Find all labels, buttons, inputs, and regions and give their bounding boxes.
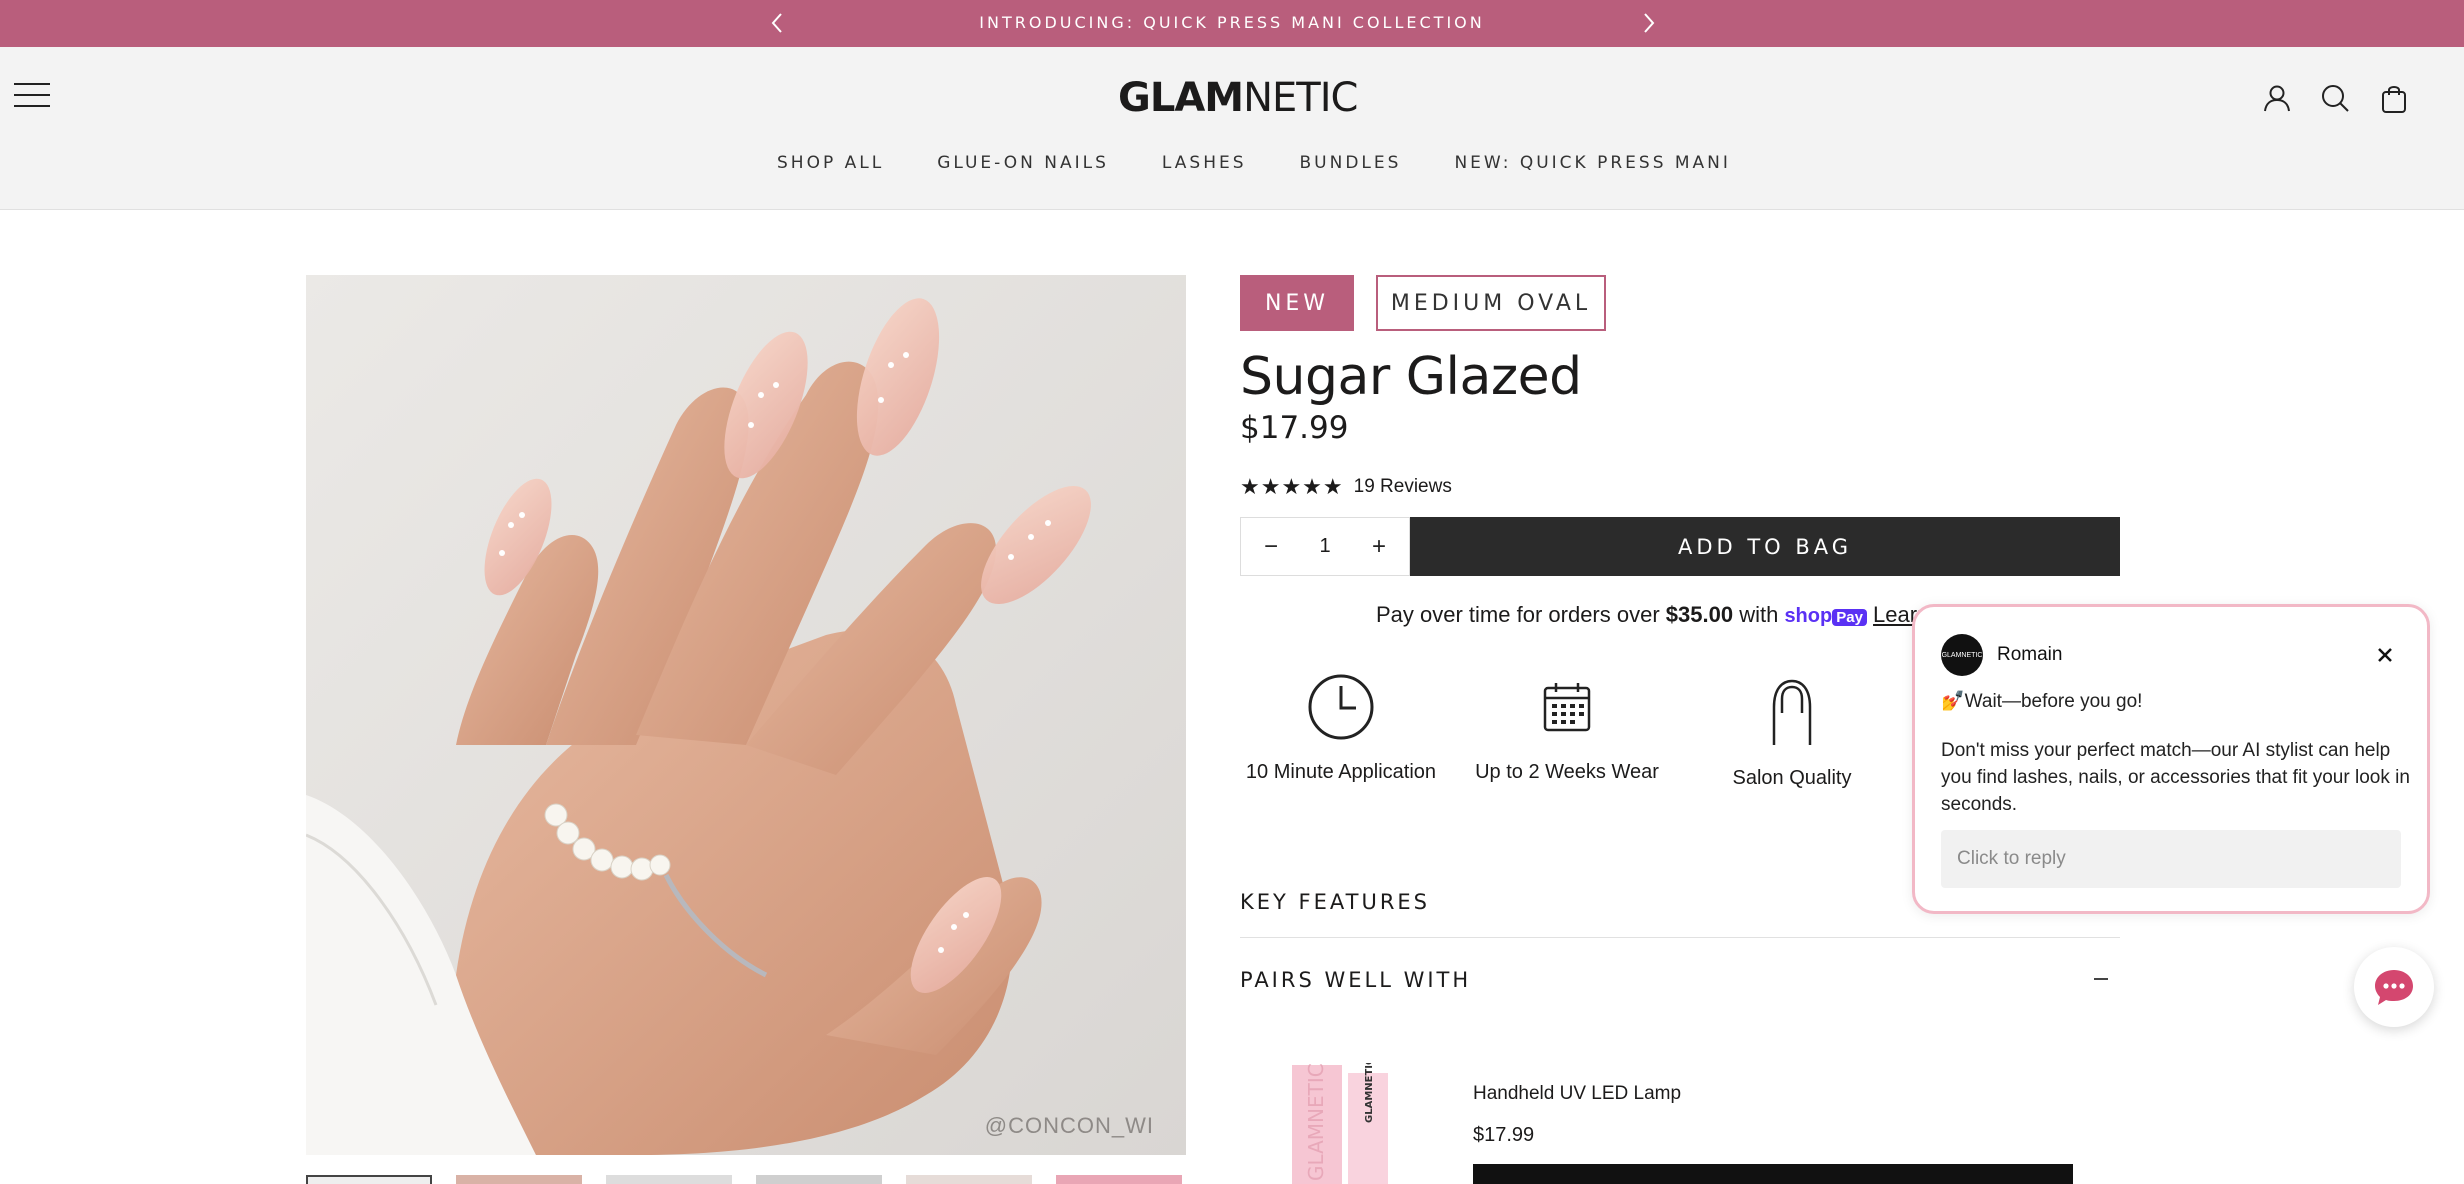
account-button[interactable] <box>2260 81 2294 115</box>
star-rating-icon: ★★★★★ <box>1240 474 1344 499</box>
decrease-quantity-button[interactable]: − <box>1257 533 1285 561</box>
product-image[interactable]: @CONCON_WI <box>306 275 1186 1155</box>
quantity-stepper: − 1 + <box>1240 517 1410 576</box>
reviews-link[interactable]: 19 Reviews <box>1354 476 1452 498</box>
feature-label: Salon Quality <box>1732 767 1852 789</box>
pairs-well-with-accordion[interactable]: PAIRS WELL WITH <box>1240 938 2120 1016</box>
feature-label: 10 Minute Application <box>1245 761 1437 783</box>
hand-with-nails-illustration <box>306 275 1186 1155</box>
feature-application: 10 Minute Application <box>1241 670 1441 789</box>
shape-badge: MEDIUM OVAL <box>1376 275 1606 331</box>
pair-product-image[interactable]: GLAMNETIC GLAMNETIC <box>1290 1063 1400 1184</box>
chat-message-body: Don't miss your perfect match—our AI sty… <box>1941 740 2410 815</box>
thumbnail[interactable] <box>606 1175 732 1184</box>
increase-quantity-button[interactable]: + <box>1365 533 1393 561</box>
nav-lashes[interactable]: LASHES <box>1162 153 1247 173</box>
pair-product-name[interactable]: Handheld UV LED Lamp <box>1473 1083 1681 1105</box>
uv-lamp-packaging: GLAMNETIC GLAMNETIC <box>1292 1063 1388 1184</box>
feature-label: Up to 2 Weeks Wear <box>1475 761 1659 783</box>
chat-launcher-button[interactable] <box>2354 947 2434 1027</box>
bag-icon <box>2382 86 2406 113</box>
announcement-bar: INTRODUCING: QUICK PRESS MANI COLLECTION <box>0 0 2464 47</box>
menu-icon <box>14 83 50 85</box>
chat-bubble-icon <box>2375 970 2413 1005</box>
search-button[interactable] <box>2318 81 2352 115</box>
close-icon <box>2378 648 2392 662</box>
agent-name: Romain <box>1997 644 2063 665</box>
main-nav: SHOP ALL GLUE-ON NAILS LASHES BUNDLES NE… <box>777 153 1784 173</box>
menu-button[interactable] <box>14 83 50 109</box>
thumbnail[interactable] <box>906 1175 1032 1184</box>
pair-add-button[interactable] <box>1473 1164 2073 1184</box>
rating: ★★★★★ 19 Reviews <box>1240 474 1452 500</box>
svg-text:GLAMNETIC: GLAMNETIC <box>1304 1063 1328 1181</box>
shoppay-installments: Pay over time for orders over $35.00 wit… <box>1376 602 1986 628</box>
announcement-text[interactable]: INTRODUCING: QUICK PRESS MANI COLLECTION <box>0 13 2464 32</box>
nav-quick-press-mani[interactable]: NEW: QUICK PRESS MANI <box>1454 153 1730 173</box>
chevron-right-icon <box>1644 13 1655 33</box>
feature-wear: Up to 2 Weeks Wear <box>1467 670 1667 789</box>
clock-icon <box>1308 674 1374 740</box>
agent-avatar: GLAMNETIC <box>1941 634 1983 676</box>
shoppay-logo: shop Pay <box>1784 605 1867 627</box>
svg-text:GLAMNETIC: GLAMNETIC <box>1364 1063 1375 1123</box>
chat-message-greeting: 💅Wait—before you go! <box>1941 691 2143 712</box>
chat-close-button[interactable] <box>2375 645 2395 665</box>
thumbnail[interactable] <box>756 1175 882 1184</box>
search-icon <box>2322 85 2349 112</box>
new-badge: NEW <box>1240 275 1354 331</box>
collapse-icon <box>2094 978 2108 980</box>
calendar-icon <box>1543 683 1591 732</box>
image-credit: @CONCON_WI <box>984 1113 1154 1138</box>
pair-product-price: $17.99 <box>1473 1124 1535 1146</box>
nav-shop-all[interactable]: SHOP ALL <box>777 153 884 173</box>
bag-button[interactable] <box>2377 81 2411 115</box>
product-price: $17.99 <box>1240 410 1349 446</box>
nav-bundles[interactable]: BUNDLES <box>1300 153 1402 173</box>
add-to-bag-button[interactable]: ADD TO BAG <box>1410 517 2120 576</box>
site-header: GLAMNETIC SHOP ALL GLUE-ON NAILS LASHES … <box>0 47 2464 210</box>
nail-icon <box>1772 679 1812 745</box>
product-title: Sugar Glazed <box>1240 347 1582 407</box>
chat-reply-input[interactable] <box>1941 830 2401 888</box>
chat-popup: GLAMNETIC Romain 💅Wait—before you go! Do… <box>1912 604 2430 914</box>
quantity-value[interactable]: 1 <box>1319 535 1330 558</box>
thumbnail[interactable] <box>456 1175 582 1184</box>
nav-glue-on-nails[interactable]: GLUE-ON NAILS <box>937 153 1109 173</box>
thumbnail[interactable] <box>1056 1175 1182 1184</box>
thumbnail[interactable] <box>306 1175 432 1184</box>
announcement-next-button[interactable] <box>1634 8 1664 38</box>
thumbnail-strip <box>306 1175 1182 1184</box>
feature-salon: Salon Quality <box>1692 676 1892 795</box>
site-logo[interactable]: GLAMNETIC <box>1118 75 1358 121</box>
account-icon <box>2264 85 2290 112</box>
